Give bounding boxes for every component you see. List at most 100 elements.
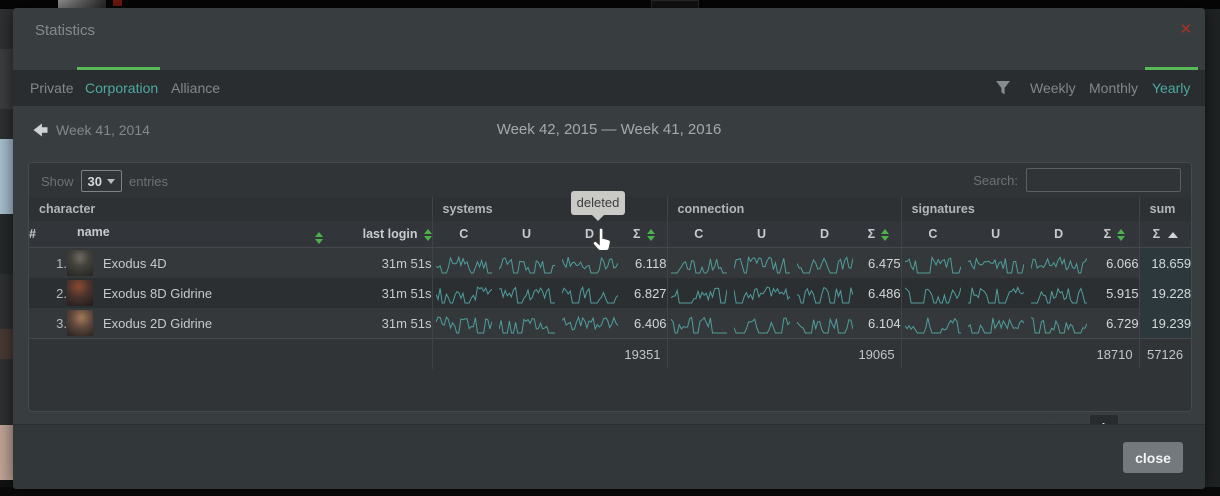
avatar [67,280,93,306]
sparkline-chart [499,284,555,306]
dropdown-arrow-icon [107,179,115,184]
group-sum: sum [1139,197,1191,221]
total-sum-value: 19.228 [1139,278,1191,308]
sparkline-chart [436,314,492,336]
filter-icon[interactable] [995,80,1011,96]
sparkline-chart [734,314,790,336]
modal-header: Statistics ✕ [13,8,1205,58]
sparkline-chart [797,284,853,306]
character-name: Exodus 4D [103,256,167,271]
statistics-table: character systems connection signatures … [29,197,1191,369]
tab-alliance[interactable]: Alliance [171,70,220,106]
sparkline-chart [734,254,790,276]
tab-private[interactable]: Private [30,70,74,106]
tab-bar: Private Corporation Alliance Weekly Mont… [13,70,1205,106]
systems-sum-value: 6.406 [621,308,667,339]
connection-sum-value: 6.475 [856,248,901,279]
sparkline-chart [734,284,790,306]
column-name[interactable]: name [67,221,329,248]
total-sum-value: 18.659 [1139,248,1191,279]
sparkline-chart [905,254,961,276]
show-label: Show [41,174,74,189]
column-last-login[interactable]: last login [329,221,432,248]
column-systems-c[interactable]: C [432,221,495,248]
systems-total: 19351 [432,339,667,370]
table-row: 2. Exodus 8D Gidrine 31m 51s 6.827 6.486 [29,278,1191,308]
sparkline-chart [436,254,492,276]
sparkline-chart [968,254,1024,276]
column-signatures-u[interactable]: U [964,221,1027,248]
close-x-icon[interactable]: ✕ [1177,21,1195,39]
sparkline-chart [562,284,618,306]
connection-total: 19065 [667,339,901,370]
connection-sum-value: 6.486 [856,278,901,308]
period-tab-yearly[interactable]: Yearly [1152,70,1190,106]
column-signatures-d[interactable]: D [1027,221,1090,248]
sparkline-chart [797,254,853,276]
background-fragment [58,0,106,8]
background-fragment [113,0,122,6]
sort-both-icon [647,229,655,241]
sort-both-icon [881,229,889,241]
sparkline-chart [436,284,492,306]
column-systems-sum[interactable]: Σ [621,221,667,248]
sparkline-chart [1031,284,1087,306]
tooltip-arrow [592,215,604,221]
sparkline-chart [968,314,1024,336]
sparkline-chart [905,284,961,306]
character-name: Exodus 2D Gidrine [103,316,212,331]
avatar [67,310,93,336]
signatures-sum-value: 6.066 [1090,248,1139,279]
systems-sum-value: 6.118 [621,248,667,279]
column-signatures-sum[interactable]: Σ [1090,221,1139,248]
signatures-sum-value: 5.915 [1090,278,1139,308]
column-connection-d[interactable]: D [793,221,856,248]
sparkline-chart [671,284,727,306]
modal-title: Statistics [35,22,95,39]
close-button[interactable]: close [1123,442,1183,473]
page-size-select[interactable]: 30 [81,170,122,192]
systems-sum-value: 6.827 [621,278,667,308]
sort-both-icon [424,229,432,241]
last-login-value: 31m 51s [329,278,432,308]
table-row: 3. Exodus 2D Gidrine 31m 51s 6.406 6.104 [29,308,1191,339]
period-tab-monthly[interactable]: Monthly [1089,70,1138,106]
connection-sum-value: 6.104 [856,308,901,339]
column-signatures-c[interactable]: C [901,221,964,248]
total-sum-value: 19.239 [1139,308,1191,339]
background-right-strip [1205,9,1220,487]
background-left-sliver [0,9,13,496]
signatures-sum-value: 6.729 [1090,308,1139,339]
signatures-total: 18710 [901,339,1139,370]
deleted-tooltip: deleted [571,191,625,215]
column-connection-c[interactable]: C [667,221,730,248]
search-input[interactable] [1026,168,1181,192]
sparkline-chart [562,314,618,336]
sparkline-chart [499,314,555,336]
sparkline-chart [968,284,1024,306]
period-tab-weekly[interactable]: Weekly [1030,70,1076,106]
character-name: Exodus 8D Gidrine [103,286,212,301]
entries-label: entries [129,174,168,189]
sparkline-chart [671,314,727,336]
sort-both-icon [1117,229,1125,241]
sparkline-chart [499,254,555,276]
column-connection-sum[interactable]: Σ [856,221,901,248]
group-character: character [29,197,432,221]
last-login-value: 31m 51s [329,248,432,279]
cursor-pointer-icon [591,227,613,253]
sort-ascending-icon [1168,232,1178,238]
group-systems: systems [432,197,667,221]
search-label: Search: [973,173,1018,188]
column-systems-u[interactable]: U [495,221,558,248]
modal-footer: close [13,424,1205,489]
group-signatures: signatures [901,197,1139,221]
column-total-sum[interactable]: Σ [1139,221,1191,248]
column-rank[interactable]: # [29,221,67,248]
sparkline-chart [1031,314,1087,336]
week-range-label: Week 42, 2015 — Week 41, 2016 [13,121,1205,138]
column-connection-u[interactable]: U [730,221,793,248]
totals-row: 19351 19065 18710 57126 [29,339,1191,370]
sort-both-icon [315,232,323,244]
tab-corporation[interactable]: Corporation [85,70,158,106]
